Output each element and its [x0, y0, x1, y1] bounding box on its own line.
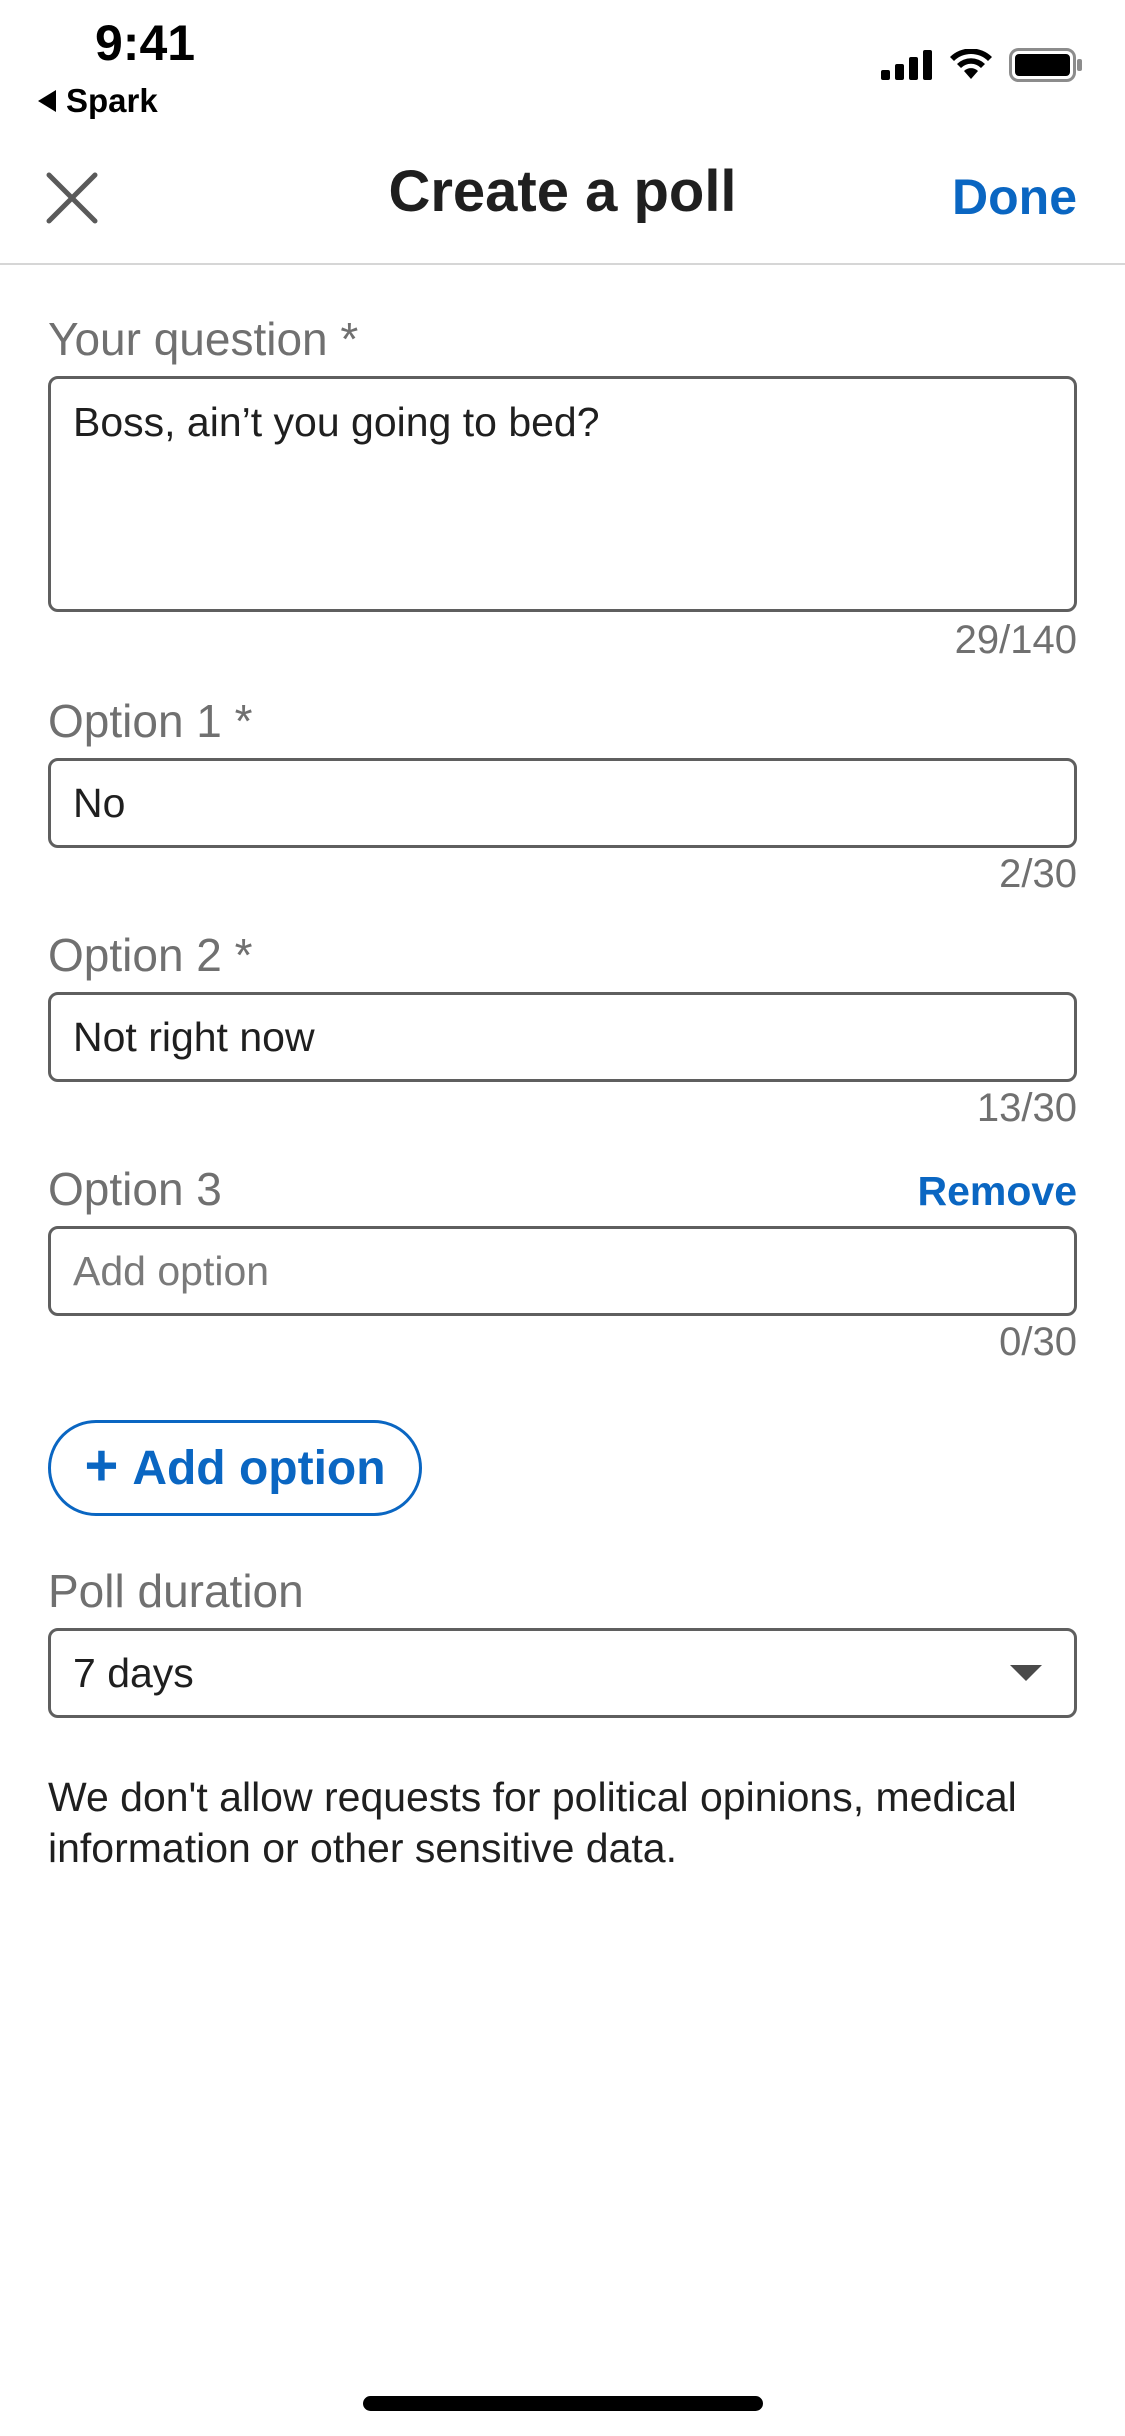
status-icons: [881, 48, 1083, 82]
status-time: 9:41: [95, 15, 196, 71]
duration-value: 7 days: [73, 1649, 194, 1696]
done-button[interactable]: Done: [952, 168, 1077, 226]
header-bar: Create a poll Done: [0, 140, 1125, 265]
signal-icon: [881, 50, 932, 80]
option-1-input[interactable]: No: [48, 758, 1077, 848]
remove-option-3-button[interactable]: Remove: [917, 1168, 1077, 1215]
option-2-counter: 13/30: [976, 1086, 1077, 1130]
back-app-label: Spark: [66, 82, 158, 119]
add-option-label: Add option: [132, 1441, 386, 1495]
question-label: Your question *: [48, 313, 359, 365]
home-indicator[interactable]: [363, 2396, 763, 2411]
back-to-app-link[interactable]: Spark: [38, 82, 158, 120]
option-3-input[interactable]: Add option: [48, 1226, 1077, 1316]
back-arrow-icon: [38, 90, 56, 112]
add-option-button[interactable]: + Add option: [48, 1420, 422, 1516]
battery-icon: [1009, 48, 1082, 82]
option-1-counter: 2/30: [999, 852, 1077, 896]
question-input[interactable]: Boss, ain’t you going to bed?: [48, 376, 1077, 612]
option-2-input[interactable]: Not right now: [48, 992, 1077, 1082]
create-poll-screen: 9:41 Spark Create a poll Done Your quest…: [0, 0, 1125, 2436]
duration-label: Poll duration: [48, 1565, 304, 1617]
chevron-down-icon: [1010, 1665, 1042, 1681]
wifi-icon: [950, 49, 992, 79]
option-1-label: Option 1 *: [48, 695, 253, 747]
option-2-label: Option 2 *: [48, 929, 253, 981]
sensitive-data-disclaimer: We don't allow requests for political op…: [48, 1774, 1017, 1871]
question-counter: 29/140: [954, 618, 1077, 662]
duration-select[interactable]: 7 days: [48, 1628, 1077, 1718]
option-3-label: Option 3: [48, 1163, 222, 1215]
option-3-counter: 0/30: [999, 1320, 1077, 1364]
plus-icon: +: [84, 1433, 119, 1498]
